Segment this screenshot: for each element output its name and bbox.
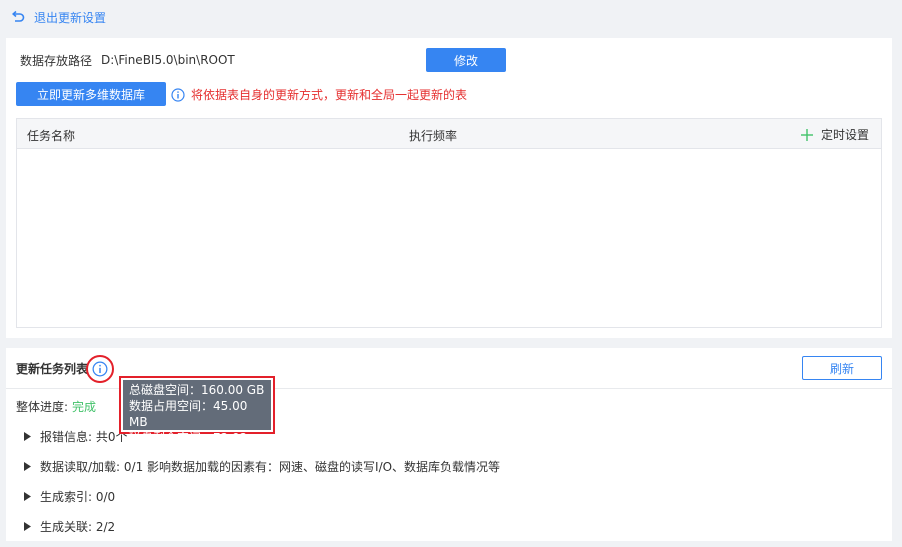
info-icon (92, 361, 108, 377)
schedule-label: 定时设置 (820, 128, 869, 142)
task-list-title: 更新任务列表 (16, 362, 89, 376)
task-table-header: 任务名称 执行频率 定时设置 (17, 119, 881, 149)
data-used-space: 数据占用空间：45.00 MB (129, 399, 248, 429)
relation-generation-label: 生成关联: 2/2 (40, 520, 116, 534)
storage-path-value: D:\FineBI5.0\bin\ROOT (101, 53, 235, 67)
index-generation-label: 生成索引: 0/0 (40, 490, 116, 504)
triangle-right-icon (24, 462, 32, 471)
storage-path-label: 数据存放路径 (20, 53, 93, 68)
update-settings-panel: 数据存放路径 D:\FineBI5.0\bin\ROOT 修改 立即更新多维数据… (6, 38, 892, 338)
exit-update-settings-label: 退出更新设置 (34, 10, 107, 25)
error-info-item[interactable]: 报错信息: 共0个 (24, 428, 128, 445)
refresh-button[interactable]: 刷新 (802, 356, 882, 380)
progress-status: 完成 (72, 400, 97, 414)
task-table: 任务名称 执行频率 定时设置 (16, 118, 882, 328)
error-info-label: 报错信息: 共0个 (40, 430, 128, 444)
index-generation-item[interactable]: 生成索引: 0/0 (24, 488, 115, 505)
triangle-right-icon (24, 432, 32, 441)
column-task-name: 任务名称 (27, 129, 76, 143)
update-hint: 将依据表自身的更新方式，更新和全局一起更新的表 (171, 86, 467, 103)
total-disk-space: 总磁盘空间：160.00 GB (129, 383, 265, 397)
free-disk-space: 磁盘剩余空间：72.92 GB (129, 431, 248, 461)
update-cube-now-button[interactable]: 立即更新多维数据库 (16, 82, 166, 106)
disk-space-tooltip: 总磁盘空间：160.00 GB 数据占用空间：45.00 MB 磁盘剩余空间：7… (119, 376, 275, 461)
column-frequency: 执行频率 (409, 129, 458, 143)
modify-path-button[interactable]: 修改 (426, 48, 506, 72)
triangle-right-icon (24, 522, 32, 531)
update-hint-text: 将依据表自身的更新方式，更新和全局一起更新的表 (191, 88, 468, 102)
exit-update-settings-link[interactable]: 退出更新设置 (0, 0, 902, 34)
progress-label: 整体进度: (16, 400, 69, 414)
triangle-right-icon (24, 492, 32, 501)
data-loading-label: 数据读取/加载: 0/1 影响数据加载的因素有：网速、磁盘的读写I/O、数据库负… (40, 460, 501, 474)
storage-path-row: 数据存放路径 D:\FineBI5.0\bin\ROOT (20, 52, 235, 68)
add-schedule-button[interactable]: 定时设置 (800, 126, 869, 143)
overall-progress: 整体进度: 完成 (16, 398, 96, 415)
relation-generation-item[interactable]: 生成关联: 2/2 (24, 518, 115, 535)
info-icon (171, 87, 185, 102)
back-icon (11, 10, 25, 24)
disk-info-button[interactable] (86, 355, 114, 383)
disk-space-tooltip-content: 总磁盘空间：160.00 GB 数据占用空间：45.00 MB 磁盘剩余空间：7… (123, 380, 271, 461)
plus-icon (800, 128, 813, 141)
